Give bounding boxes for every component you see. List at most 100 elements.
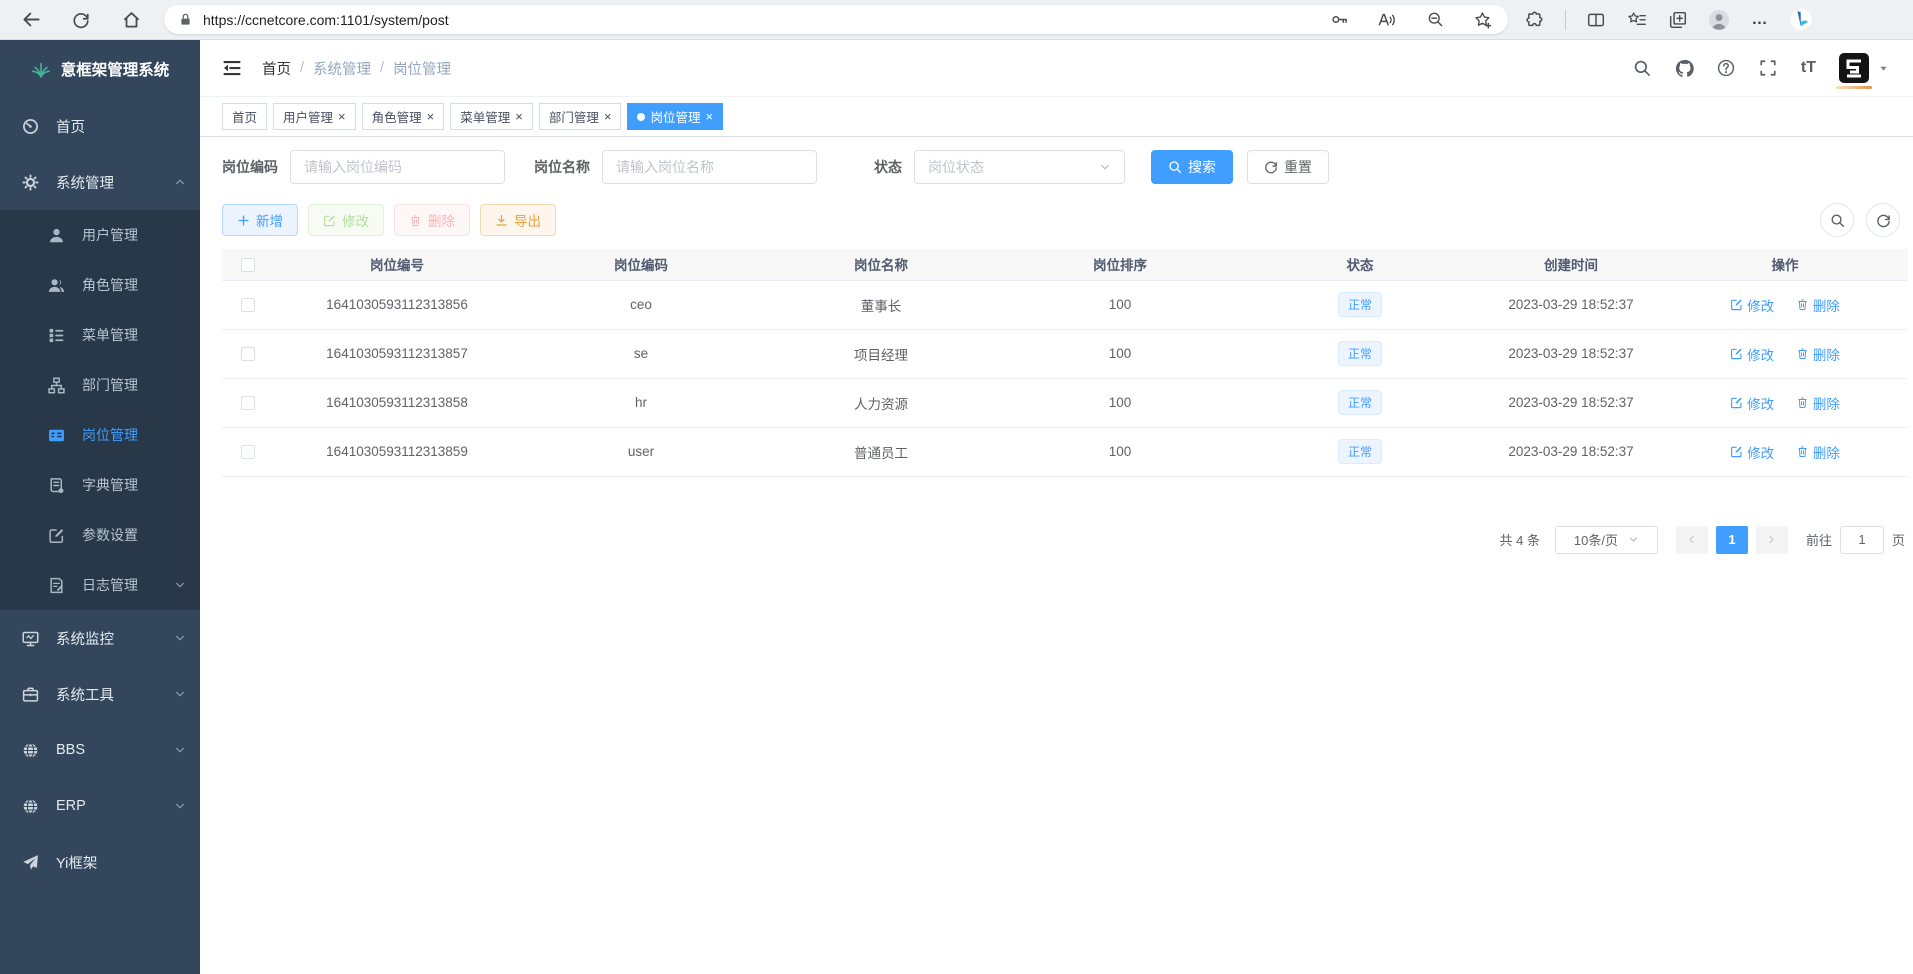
chevron-right-icon [1766,534,1777,545]
tab-department-management[interactable]: 部门管理 × [539,103,622,130]
post-name-input[interactable] [602,150,817,184]
column-post-sort: 岗位排序 [1000,249,1240,280]
row-checkbox[interactable] [241,445,255,459]
address-bar[interactable]: https://ccnetcore.com:1101/system/post [164,5,1508,34]
sidebar-item-log-management[interactable]: 日志管理 [0,560,200,610]
cell-post-name: 董事长 [762,280,1000,329]
cell-created-time: 2023-03-29 18:52:37 [1480,378,1662,427]
row-checkbox[interactable] [241,298,255,312]
favorites-icon[interactable] [1626,9,1648,31]
github-icon[interactable] [1675,59,1694,78]
prev-page-button[interactable] [1676,526,1708,554]
refresh-icon [1876,213,1891,228]
page-size-select[interactable]: 10条/页 [1555,526,1658,554]
row-delete-link[interactable]: 删除 [1796,295,1840,315]
add-button[interactable]: 新增 [222,204,298,236]
breadcrumb-home[interactable]: 首页 [262,58,291,79]
sidebar-item-dict-management[interactable]: 字典管理 [0,460,200,510]
post-code-input[interactable] [290,150,505,184]
collections-icon[interactable] [1667,9,1689,31]
tabs-bar: 首页 用户管理 × 角色管理 × 菜单管理 × 部门管理 × 岗位管理 × [200,97,1913,137]
download-icon [495,214,508,227]
sidebar-item-erp[interactable]: ERP [0,778,200,834]
header-search-icon[interactable] [1633,59,1652,78]
edit-button[interactable]: 修改 [308,204,384,236]
sidebar-item-system-monitor[interactable]: 系统监控 [0,610,200,666]
row-delete-link[interactable]: 删除 [1796,393,1840,413]
fullscreen-icon[interactable] [1759,59,1778,78]
row-edit-link[interactable]: 修改 [1730,295,1774,315]
browser-reload-button[interactable] [70,9,92,31]
cell-post-sort: 100 [1000,378,1240,427]
table-row: 1641030593112313857 se 项目经理 100 正常 2023-… [222,329,1908,378]
cell-post-id: 1641030593112313857 [274,329,520,378]
zoom-out-icon[interactable] [1424,9,1446,31]
sidebar-item-system-tools[interactable]: 系统工具 [0,666,200,722]
tab-post-management[interactable]: 岗位管理 × [627,103,723,130]
export-button[interactable]: 导出 [480,204,556,236]
sidebar-item-department-management[interactable]: 部门管理 [0,360,200,410]
url-text[interactable]: https://ccnetcore.com:1101/system/post [203,12,1328,28]
password-key-icon[interactable] [1328,9,1350,31]
row-edit-link[interactable]: 修改 [1730,344,1774,364]
status-select[interactable]: 岗位状态 [914,150,1125,184]
row-edit-link[interactable]: 修改 [1730,442,1774,462]
sidebar-item-menu-management[interactable]: 菜单管理 [0,310,200,360]
org-tree-icon [48,377,65,394]
sidebar-item-post-management[interactable]: 岗位管理 [0,410,200,460]
sidebar-item-home[interactable]: 首页 [0,98,200,154]
close-icon[interactable]: × [705,110,713,123]
log-document-icon [48,577,65,594]
sidebar-item-user-management[interactable]: 用户管理 [0,210,200,260]
row-delete-link[interactable]: 删除 [1796,442,1840,462]
extensions-icon[interactable] [1524,9,1546,31]
sidebar-collapse-icon[interactable] [222,58,242,78]
row-edit-link[interactable]: 修改 [1730,393,1774,413]
font-size-icon[interactable]: tT [1801,59,1816,77]
row-checkbox[interactable] [241,347,255,361]
tab-home[interactable]: 首页 [222,103,267,130]
bing-chat-icon[interactable] [1790,9,1812,31]
browser-profile-avatar[interactable] [1708,9,1730,31]
user-avatar-menu[interactable] [1839,53,1889,83]
active-tab-dot [637,113,645,121]
add-favorite-icon[interactable] [1472,9,1494,31]
next-page-button[interactable] [1756,526,1788,554]
row-checkbox[interactable] [241,396,255,410]
trash-icon [1796,347,1809,360]
row-delete-link[interactable]: 删除 [1796,344,1840,364]
delete-button[interactable]: 删除 [394,204,470,236]
browser-home-button[interactable] [120,9,142,31]
help-icon[interactable] [1717,59,1736,78]
cell-post-id: 1641030593112313859 [274,427,520,476]
sidebar-item-yi-framework[interactable]: Yi框架 [0,834,200,890]
edit-icon [1730,396,1743,409]
sidebar-item-role-management[interactable]: 角色管理 [0,260,200,310]
close-icon[interactable]: × [515,110,523,123]
refresh-table-button[interactable] [1866,203,1900,237]
close-icon[interactable]: × [427,110,435,123]
close-icon[interactable]: × [338,110,346,123]
sidebar-item-parameter-settings[interactable]: 参数设置 [0,510,200,560]
browser-menu-icon[interactable]: … [1749,9,1771,31]
split-screen-icon[interactable] [1585,9,1607,31]
brand[interactable]: 意框架管理系统 [0,40,200,98]
select-all-checkbox[interactable] [241,258,255,272]
site-info-lock-icon[interactable] [178,12,193,27]
browser-back-button[interactable] [20,9,42,31]
reset-button[interactable]: 重置 [1247,150,1329,184]
search-button[interactable]: 搜索 [1151,150,1233,184]
avatar[interactable] [1839,53,1869,83]
tab-menu-management[interactable]: 菜单管理 × [450,103,533,130]
sidebar-item-system-management[interactable]: 系统管理 [0,154,200,210]
sidebar-item-bbs[interactable]: BBS [0,722,200,778]
read-aloud-icon[interactable] [1376,9,1398,31]
show-search-toggle-button[interactable] [1820,203,1854,237]
tab-user-management[interactable]: 用户管理 × [273,103,356,130]
page-number-button[interactable]: 1 [1716,526,1748,554]
goto-page-input[interactable] [1840,526,1884,554]
tab-role-management[interactable]: 角色管理 × [362,103,445,130]
app-header: 首页 / 系统管理 / 岗位管理 tT [200,40,1913,97]
cell-post-code: user [520,427,762,476]
close-icon[interactable]: × [604,110,612,123]
